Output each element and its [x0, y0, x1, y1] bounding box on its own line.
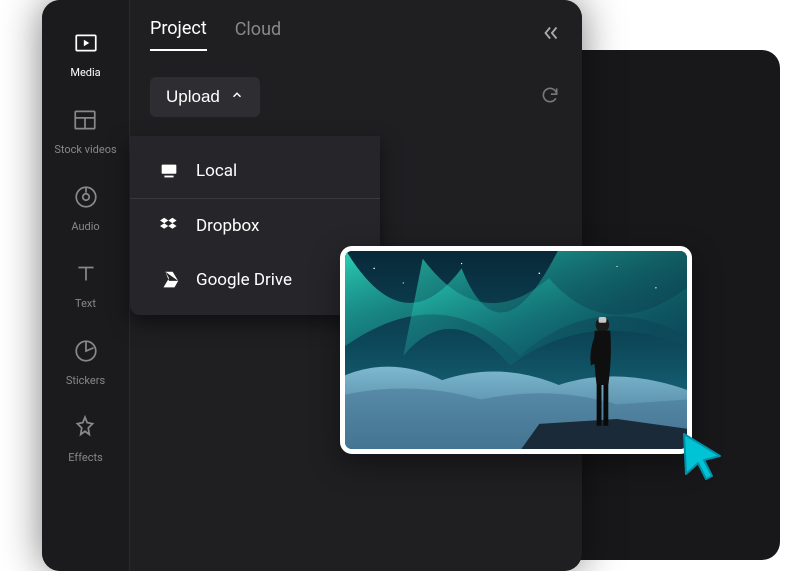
sidebar-item-label: Stock videos	[54, 143, 116, 156]
media-thumbnail[interactable]	[340, 246, 692, 454]
monitor-icon	[158, 160, 180, 182]
upload-button-label: Upload	[166, 87, 220, 107]
collapse-panel-button[interactable]	[540, 22, 562, 48]
sidebar-item-label: Stickers	[66, 374, 105, 387]
upload-option-local[interactable]: Local	[130, 144, 380, 199]
effects-icon	[72, 415, 98, 445]
sidebar-item-label: Effects	[68, 451, 103, 464]
sidebar-item-label: Audio	[71, 220, 99, 233]
stickers-icon	[73, 338, 99, 368]
tabs: Project Cloud	[150, 18, 562, 51]
tab-project[interactable]: Project	[150, 18, 207, 51]
upload-option-label: Google Drive	[196, 270, 292, 290]
sidebar-item-stock-videos[interactable]: Stock videos	[54, 107, 116, 156]
upload-button[interactable]: Upload	[150, 77, 260, 117]
cursor-pointer-icon	[680, 430, 728, 486]
dropbox-icon	[158, 215, 180, 237]
chevron-up-icon	[230, 87, 244, 107]
text-icon	[73, 261, 99, 291]
sidebar-item-media[interactable]: Media	[70, 30, 100, 79]
upload-option-label: Dropbox	[196, 216, 260, 236]
google-drive-icon	[158, 269, 180, 291]
layout-icon	[72, 107, 98, 137]
refresh-button[interactable]	[540, 85, 560, 109]
upload-option-dropbox[interactable]: Dropbox	[130, 199, 380, 253]
sidebar-item-stickers[interactable]: Stickers	[66, 338, 105, 387]
sidebar-item-label: Text	[75, 297, 96, 310]
sidebar-item-audio[interactable]: Audio	[71, 184, 99, 233]
sidebar: Media Stock videos Audio Text Stickers	[42, 0, 130, 571]
sidebar-item-label: Media	[70, 66, 100, 79]
upload-option-label: Local	[196, 161, 237, 181]
tab-cloud[interactable]: Cloud	[235, 19, 281, 50]
sidebar-item-effects[interactable]: Effects	[68, 415, 103, 464]
media-icon	[73, 30, 99, 60]
sidebar-item-text[interactable]: Text	[73, 261, 99, 310]
audio-icon	[73, 184, 99, 214]
